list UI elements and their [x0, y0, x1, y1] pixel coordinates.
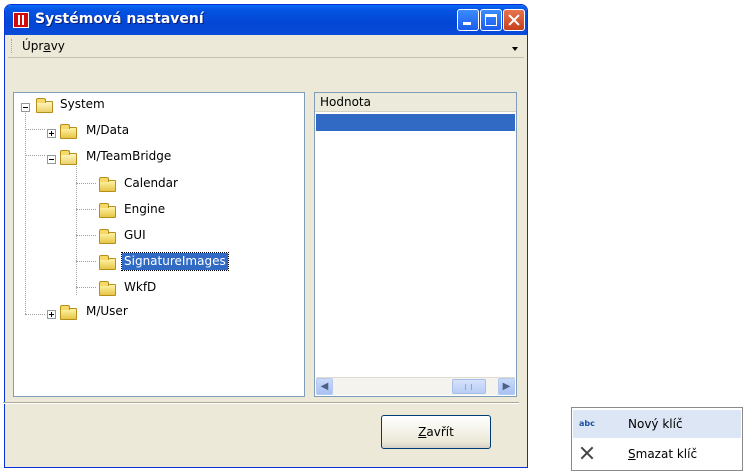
tree-node-wkfd[interactable]: WkfD: [14, 276, 214, 296]
collapse-icon[interactable]: [47, 155, 56, 164]
close-button[interactable]: Zavřít: [381, 415, 491, 449]
folder-icon: [99, 177, 116, 192]
title-bar[interactable]: Systémová nastavení: [5, 5, 527, 35]
expand-icon[interactable]: [47, 129, 56, 138]
folder-icon: [60, 124, 77, 139]
values-list[interactable]: Hodnota ◀ ▶: [314, 92, 517, 397]
folder-open-icon: [36, 98, 53, 113]
collapse-icon[interactable]: [21, 103, 30, 112]
close-icon: [504, 10, 524, 30]
tree-node-mdata[interactable]: M/Data: [14, 119, 154, 139]
menu-item-new-key[interactable]: abc Nový klíč: [573, 410, 741, 438]
scroll-right-icon[interactable]: ▶: [498, 378, 515, 395]
tree-node-gui[interactable]: GUI: [14, 224, 214, 244]
delete-x-icon: [579, 445, 595, 461]
folder-icon: [99, 281, 116, 296]
maximize-icon: [485, 14, 497, 26]
footer-separator: [3, 402, 519, 404]
maximize-button[interactable]: [480, 9, 502, 31]
expand-icon[interactable]: [47, 310, 56, 319]
folder-icon: [99, 203, 116, 218]
tree-node-signatureimages[interactable]: SignatureImages: [14, 250, 284, 271]
chevron-down-icon[interactable]: [512, 47, 518, 51]
folder-icon: [99, 229, 116, 244]
folder-icon: [99, 255, 116, 270]
minimize-button[interactable]: [457, 9, 479, 31]
menu-item-delete-key[interactable]: Smazat klíč: [573, 440, 741, 468]
toolbar-grip[interactable]: [11, 39, 15, 53]
column-header-hodnota[interactable]: Hodnota: [315, 93, 516, 112]
selected-value-row[interactable]: [316, 114, 515, 131]
tree-node-calendar[interactable]: Calendar: [14, 172, 214, 192]
horizontal-scrollbar[interactable]: ◀ ▶: [316, 377, 515, 395]
close-window-button[interactable]: [503, 9, 525, 31]
settings-tree[interactable]: System M/Data M/TeamBridge Calendar Engi…: [13, 92, 305, 397]
rename-abc-icon: abc: [579, 419, 595, 428]
scroll-left-icon[interactable]: ◀: [316, 378, 333, 395]
tree-node-engine[interactable]: Engine: [14, 198, 214, 218]
tree-node-system[interactable]: System: [14, 93, 134, 113]
minimize-icon: [463, 22, 471, 25]
scroll-thumb[interactable]: [452, 379, 486, 394]
folder-open-icon: [60, 150, 77, 165]
tree-node-muser[interactable]: M/User: [14, 302, 154, 322]
context-menu: abc Nový klíč Smazat klíč: [571, 407, 743, 471]
tree-node-mteambridge[interactable]: M/TeamBridge: [14, 145, 194, 165]
menu-upravy[interactable]: Úpravy: [22, 39, 65, 53]
window-title: Systémová nastavení: [35, 11, 204, 27]
folder-icon: [60, 305, 77, 320]
menu-bar: Úpravy: [8, 35, 524, 58]
app-icon: [13, 12, 29, 28]
